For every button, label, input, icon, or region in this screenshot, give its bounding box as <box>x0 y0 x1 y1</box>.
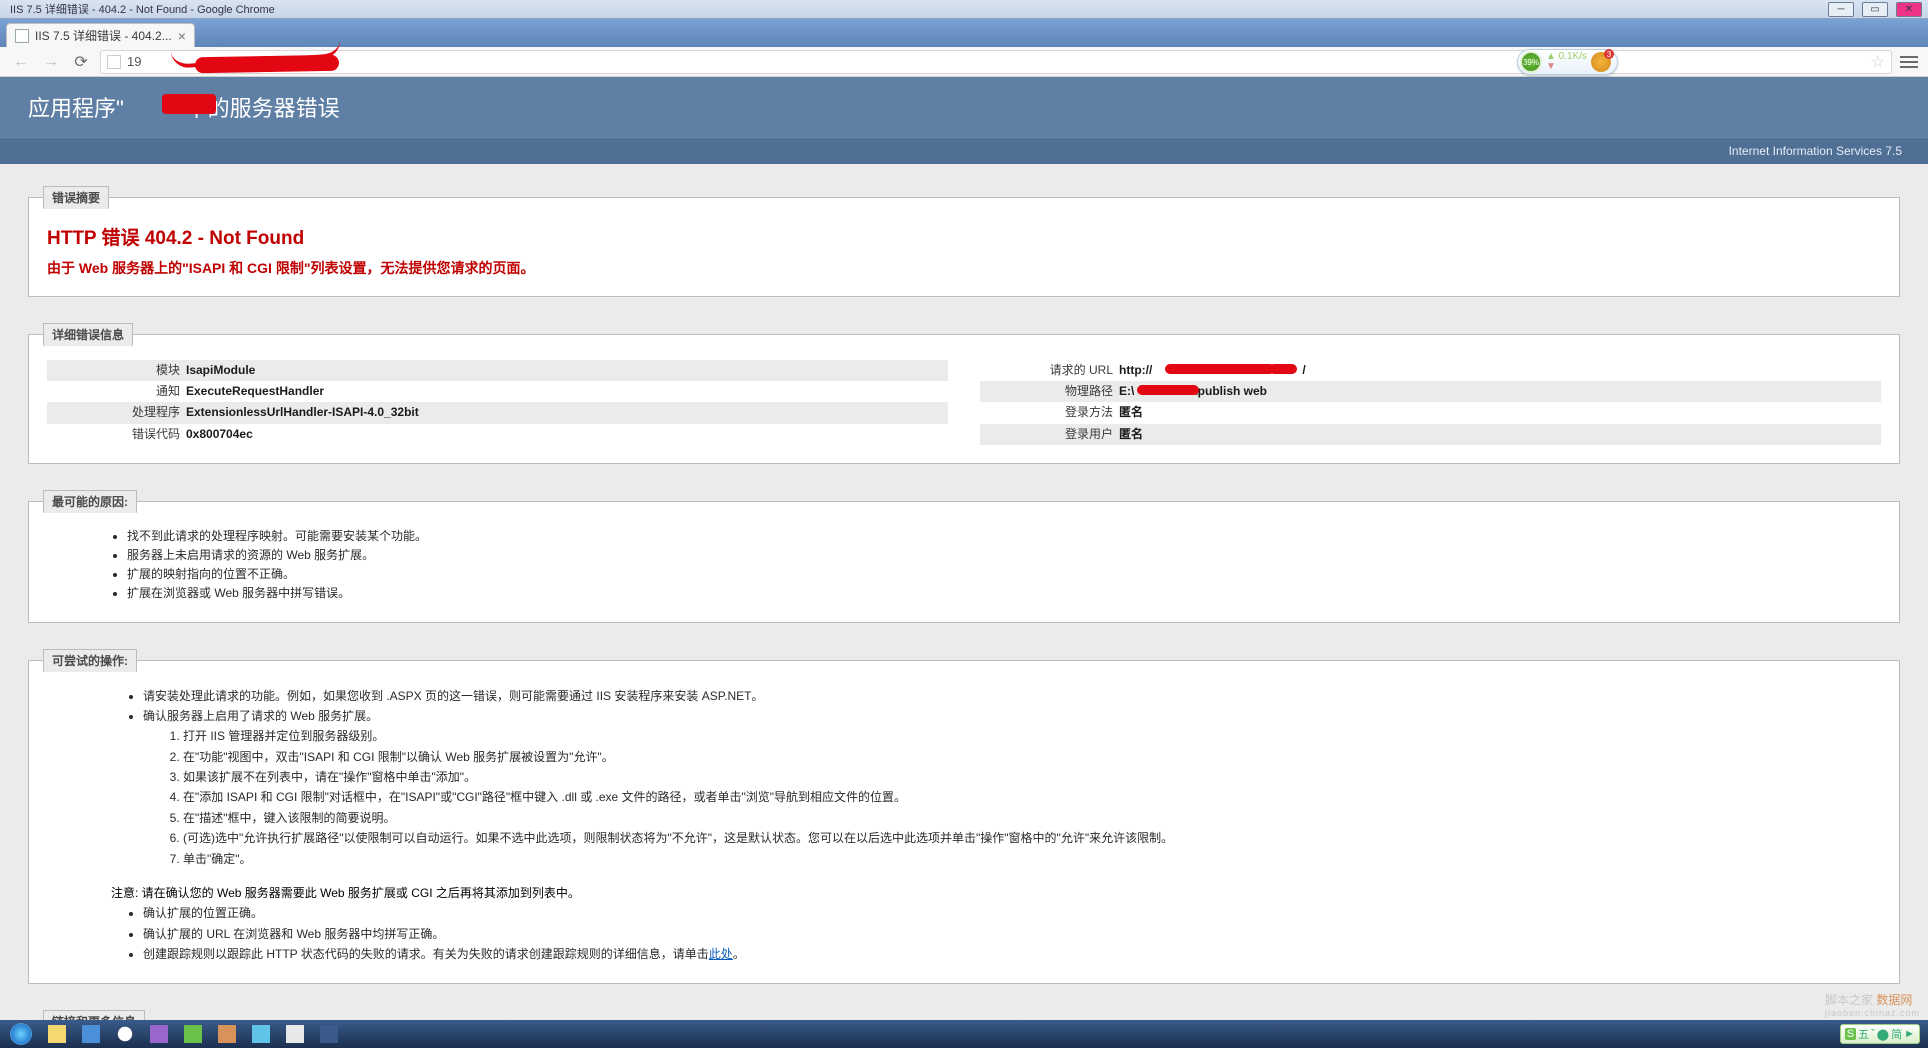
cause-item: 扩展的映射指向的位置不正确。 <box>127 565 1881 584</box>
site-icon <box>107 55 121 69</box>
url-prefix: 19 <box>127 54 141 69</box>
action-item: 确认服务器上启用了请求的 Web 服务扩展。 <box>143 706 1881 726</box>
error-message-heading: 由于 Web 服务器上的"ISAPI 和 CGI 限制"列表设置，无法提供您请求… <box>47 258 1881 278</box>
taskbar-app-icon[interactable] <box>42 1022 72 1046</box>
action-item: 请安装处理此请求的功能。例如，如果您收到 .ASPX 页的这一错误，则可能需要通… <box>143 686 1881 706</box>
section-legend: 错误摘要 <box>43 186 109 209</box>
taskbar-app-icon[interactable] <box>76 1022 106 1046</box>
redaction-mark <box>1165 364 1275 374</box>
links-more-info-section: 链接和更多信息 当必要的 Web 服务扩展未启用、扩展的位置或名称拼写错误或输入… <box>28 1010 1900 1020</box>
requested-url-value: http:/// <box>1119 361 1877 380</box>
page-header: 应用程序""中的服务器错误 <box>0 77 1928 137</box>
error-summary-section: 错误摘要 HTTP 错误 404.2 - Not Found 由于 Web 服务… <box>28 186 1900 297</box>
system-tray[interactable]: S 五 ˇ ⬤ 简 ► <box>1840 1024 1924 1044</box>
watermark: 脚本之家 数据网 jiaoben.chinaz.com <box>1825 991 1920 1018</box>
maximize-button[interactable]: ▭ <box>1862 2 1888 17</box>
tab-title: IIS 7.5 详细错误 - 404.2... <box>35 27 172 44</box>
action-step: 在"描述"框中，键入该限制的简要说明。 <box>183 808 1881 828</box>
section-legend: 详细错误信息 <box>43 323 133 346</box>
tab-close-icon[interactable]: × <box>178 28 186 44</box>
browser-tab[interactable]: IIS 7.5 详细错误 - 404.2... × <box>6 23 195 47</box>
taskbar-app-icon[interactable] <box>280 1022 310 1046</box>
action-step: 如果该扩展不在列表中，请在"操作"窗格中单击"添加"。 <box>183 767 1881 787</box>
details-left-column: 模块IsapiModule 通知ExecuteRequestHandler 处理… <box>47 360 948 445</box>
iis-version-bar: Internet Information Services 7.5 <box>0 137 1928 164</box>
speed-dial-icon: 39% <box>1520 51 1542 73</box>
taskbar-app-icon[interactable] <box>144 1022 174 1046</box>
taskbar-app-icon[interactable] <box>246 1022 276 1046</box>
action-item: 确认扩展的位置正确。 <box>143 903 1881 923</box>
bookmark-star-icon[interactable]: ☆ <box>1871 52 1885 72</box>
section-legend: 链接和更多信息 <box>43 1010 145 1020</box>
page-content: 应用程序""中的服务器错误 Internet Information Servi… <box>0 77 1928 1020</box>
physical-path-value: E:\\publish web <box>1119 382 1877 401</box>
error-code-heading: HTTP 错误 404.2 - Not Found <box>47 223 1881 250</box>
taskbar-app-icon[interactable] <box>178 1022 208 1046</box>
taskbar-app-icon[interactable] <box>110 1022 140 1046</box>
likely-causes-section: 最可能的原因: 找不到此请求的处理程序映射。可能需要安装某个功能。 服务器上未启… <box>28 490 1900 623</box>
address-bar[interactable]: 19 xxxxxxxxxxxxxxxxx 12345 ☆ <box>100 50 1892 74</box>
os-window-titlebar: IIS 7.5 详细错误 - 404.2 - Not Found - Googl… <box>0 0 1928 19</box>
taskbar-app-icon[interactable] <box>212 1022 242 1046</box>
action-item: 确认扩展的 URL 在浏览器和 Web 服务器中均拼写正确。 <box>143 924 1881 944</box>
close-window-button[interactable]: ✕ <box>1896 2 1922 17</box>
cause-item: 找不到此请求的处理程序映射。可能需要安装某个功能。 <box>127 527 1881 546</box>
cause-item: 服务器上未启用请求的资源的 Web 服务扩展。 <box>127 546 1881 565</box>
action-step: 在"添加 ISAPI 和 CGI 限制"对话框中，在"ISAPI"或"CGI"路… <box>183 787 1881 807</box>
action-step: 单击"确定"。 <box>183 849 1881 869</box>
action-step: 打开 IIS 管理器并定位到服务器级别。 <box>183 726 1881 746</box>
detailed-error-section: 详细错误信息 模块IsapiModule 通知ExecuteRequestHan… <box>28 323 1900 464</box>
redaction-mark <box>1137 385 1199 395</box>
start-button[interactable] <box>4 1022 38 1046</box>
forward-button[interactable]: → <box>40 51 62 73</box>
section-legend: 可尝试的操作: <box>43 649 137 672</box>
error-page-body: 错误摘要 HTTP 错误 404.2 - Not Found 由于 Web 服务… <box>0 164 1928 1020</box>
page-favicon-icon <box>15 29 29 43</box>
download-arrow-icon: ▼ <box>1546 62 1556 72</box>
minimize-button[interactable]: ─ <box>1828 2 1854 17</box>
redaction-mark <box>162 94 216 114</box>
ime-toolbar[interactable]: S 五 ˇ ⬤ 简 ► <box>1840 1024 1920 1044</box>
browser-toolbar: ← → ⟳ 19 xxxxxxxxxxxxxxxxx 12345 ☆ 39% ▲… <box>0 47 1928 77</box>
windows-taskbar[interactable]: S 五 ˇ ⬤ 简 ► <box>0 1020 1928 1048</box>
window-title: IIS 7.5 详细错误 - 404.2 - Not Found - Googl… <box>6 1 1820 17</box>
action-note: 注意: 请在确认您的 Web 服务器需要此 Web 服务扩展或 CGI 之后再将… <box>111 883 1881 903</box>
taskbar-app-icon[interactable] <box>314 1022 344 1046</box>
things-to-try-section: 可尝试的操作: 请安装处理此请求的功能。例如，如果您收到 .ASPX 页的这一错… <box>28 649 1900 984</box>
action-step: 在"功能"视图中，双击"ISAPI 和 CGI 限制"以确认 Web 服务扩展被… <box>183 747 1881 767</box>
here-link[interactable]: 此处 <box>709 947 733 961</box>
action-step: (可选)选中"允许执行扩展路径"以使限制可以自动运行。如果不选中此选项，则限制状… <box>183 828 1881 848</box>
details-right-column: 请求的 URLhttp:/// 物理路径E:\\publish web 登录方法… <box>980 360 1881 445</box>
widget-badge-icon <box>1591 52 1611 72</box>
redaction-mark <box>1269 364 1297 374</box>
reload-button[interactable]: ⟳ <box>70 51 92 73</box>
back-button[interactable]: ← <box>10 51 32 73</box>
action-item: 创建跟踪规则以跟踪此 HTTP 状态代码的失败的请求。有关为失败的请求创建跟踪规… <box>143 944 1881 964</box>
network-monitor-widget[interactable]: 39% ▲ 0.1K/s ▼ <box>1517 49 1618 75</box>
cause-item: 扩展在浏览器或 Web 服务器中拼写错误。 <box>127 584 1881 603</box>
section-legend: 最可能的原因: <box>43 490 137 513</box>
chrome-menu-icon[interactable] <box>1900 56 1918 68</box>
